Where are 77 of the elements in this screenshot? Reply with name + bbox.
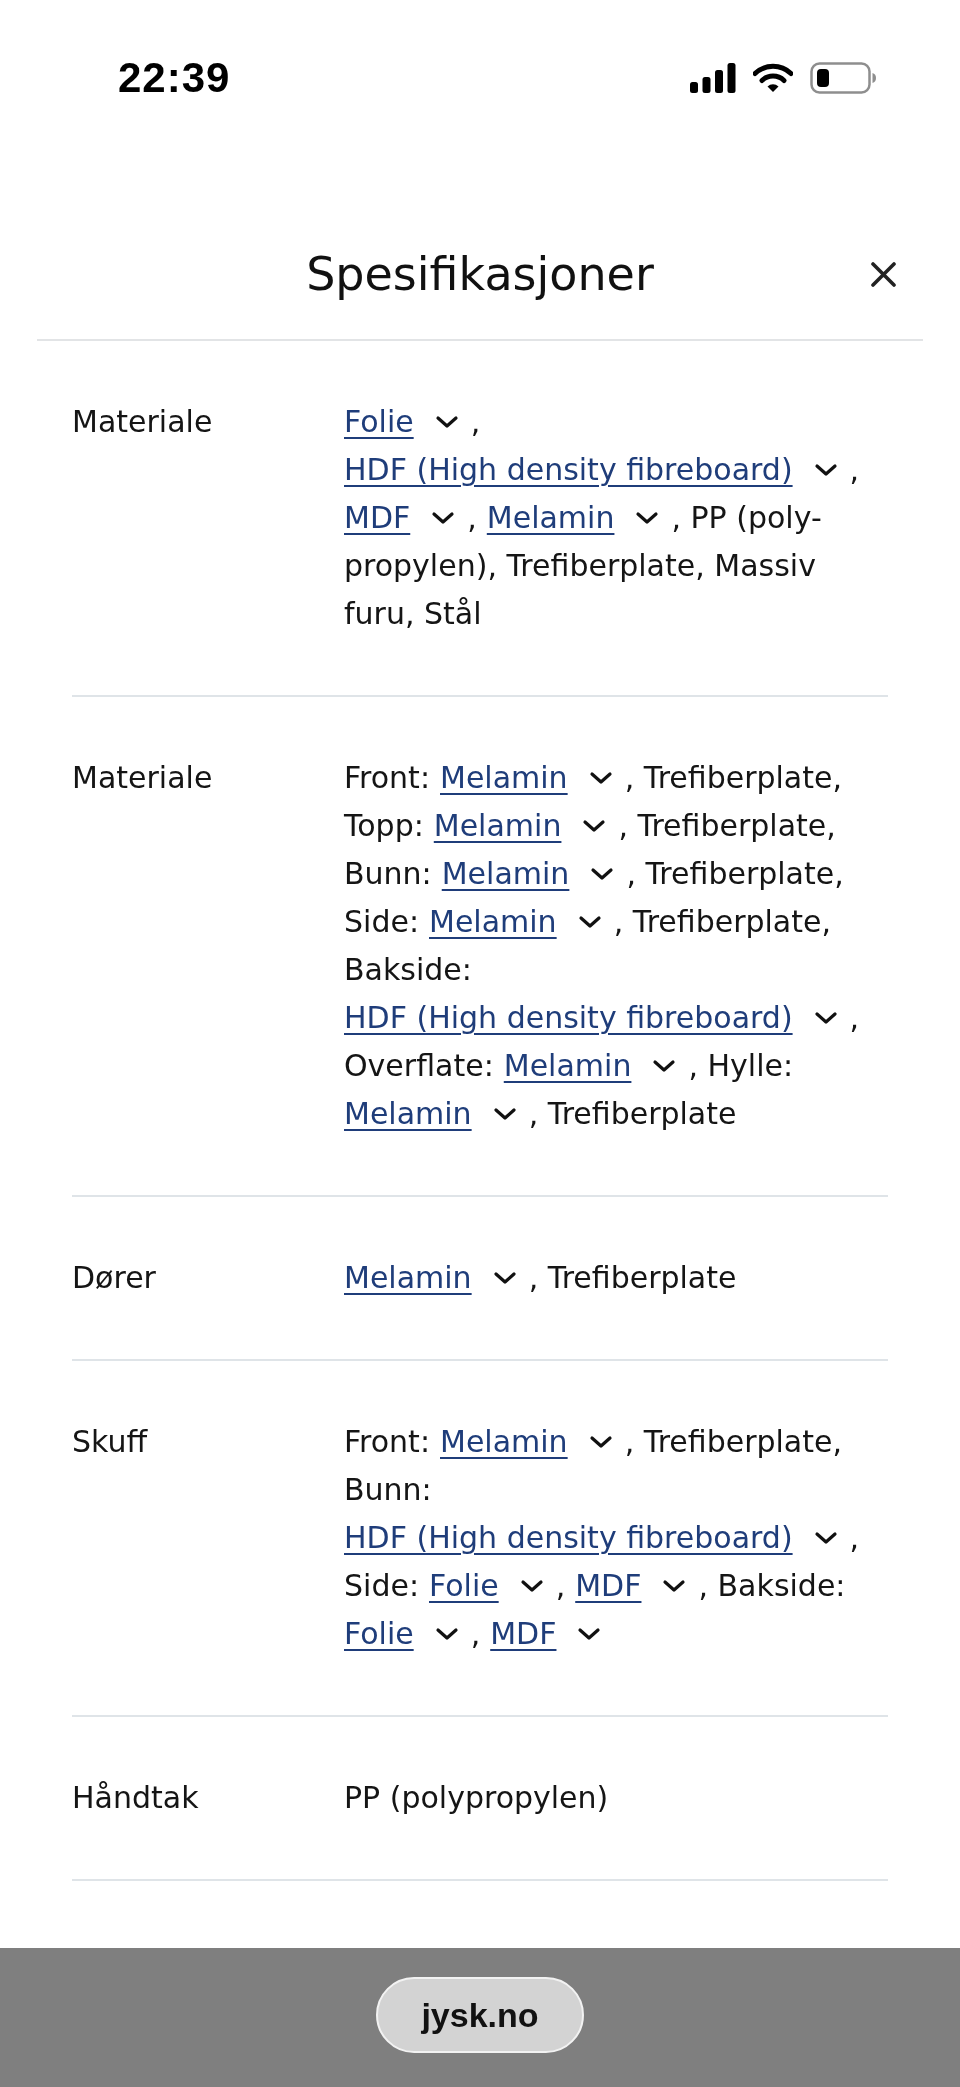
chevron-down-icon[interactable] <box>434 415 459 429</box>
material-link[interactable]: Melamin <box>441 854 570 894</box>
spec-label: Materiale <box>72 403 213 441</box>
material-link[interactable]: MDF <box>575 1566 642 1606</box>
material-link[interactable]: Melamin <box>433 806 562 846</box>
chevron-down-icon[interactable] <box>577 915 602 929</box>
spec-value-text: , <box>470 1615 481 1653</box>
chevron-down-icon[interactable] <box>577 1627 602 1641</box>
status-time: 22:39 <box>118 57 231 99</box>
material-link[interactable]: Melamin <box>440 1422 568 1462</box>
material-link[interactable]: Folie <box>344 1614 414 1654</box>
chevron-down-icon[interactable] <box>582 819 607 833</box>
spec-value-text: , Trefiberplate <box>528 1095 737 1133</box>
spec-value-text: Front: <box>344 1423 430 1461</box>
spec-value-text: Side: <box>344 903 419 941</box>
spec-value-text: Topp: <box>344 807 424 845</box>
spec-value-text: Overflate: <box>344 1047 494 1085</box>
spec-label: Håndtak <box>72 1779 199 1817</box>
spec-value-text: , Trefiberplate, <box>624 759 842 797</box>
spec-value-text: Side: <box>344 1567 419 1605</box>
spec-value-text: , <box>849 999 860 1037</box>
spec-value-text: , Trefiberplate <box>528 1259 737 1297</box>
chevron-down-icon[interactable] <box>813 1011 838 1025</box>
material-link[interactable]: Folie <box>429 1566 499 1606</box>
spec-value-text: , <box>470 403 481 441</box>
material-link[interactable]: MDF <box>490 1614 557 1654</box>
chevron-down-icon[interactable] <box>492 1271 517 1285</box>
material-link[interactable]: Melamin <box>486 498 615 538</box>
material-link[interactable]: Melamin <box>503 1046 632 1086</box>
material-link[interactable]: HDF (High density fibreboard) <box>344 1518 793 1558</box>
spec-value-text: Front: <box>344 759 430 797</box>
chevron-down-icon[interactable] <box>635 511 660 525</box>
material-link[interactable]: Folie <box>344 402 414 442</box>
material-link[interactable]: HDF (High density fibreboard) <box>344 450 793 490</box>
chevron-down-icon[interactable] <box>662 1579 687 1593</box>
spec-value-text: , Trefiberplate, <box>618 807 836 845</box>
spec-value-text: Bunn: <box>344 855 432 893</box>
spec-value-text: Bakside: <box>344 951 472 989</box>
spec-value-text: , <box>849 1519 860 1557</box>
spec-value-text: , Trefiberplate, <box>624 1423 842 1461</box>
close-icon[interactable] <box>871 261 896 287</box>
spec-value-text: furu, Stål <box>344 595 482 633</box>
spec-label: Skuff <box>72 1423 148 1461</box>
spec-value-text: propylen), Trefiberplate, Massiv <box>344 547 816 585</box>
wifi-icon <box>753 63 793 93</box>
spec-value-text: Bunn: <box>344 1471 432 1509</box>
address-button[interactable]: jysk.no <box>376 1977 584 2053</box>
chevron-down-icon[interactable] <box>588 771 613 785</box>
sheet-title: Spesifikasjoner <box>306 246 654 302</box>
spec-value-text: , Bakside: <box>698 1567 846 1605</box>
material-link[interactable]: Melamin <box>440 758 568 798</box>
chevron-down-icon[interactable] <box>590 867 615 881</box>
material-link[interactable]: Melamin <box>344 1094 472 1134</box>
chevron-down-icon[interactable] <box>492 1107 517 1121</box>
signal-icon <box>690 63 736 93</box>
spec-value-text: , <box>849 451 860 489</box>
chevron-down-icon[interactable] <box>519 1579 544 1593</box>
spec-value-text: , <box>555 1567 566 1605</box>
chevron-down-icon[interactable] <box>431 511 456 525</box>
spec-value-text: , Trefiberplate, <box>626 855 844 893</box>
material-link[interactable]: Melamin <box>429 902 557 942</box>
spec-value-text: , Hylle: <box>688 1047 794 1085</box>
chevron-down-icon[interactable] <box>813 463 838 477</box>
battery-icon <box>810 62 876 94</box>
chevron-down-icon[interactable] <box>434 1627 459 1641</box>
spec-value-text: , <box>467 499 477 537</box>
chevron-down-icon[interactable] <box>652 1059 677 1073</box>
spec-value-text: , PP (poly- <box>671 499 822 537</box>
spec-label: Dører <box>72 1259 156 1297</box>
chevron-down-icon[interactable] <box>588 1435 613 1449</box>
material-link[interactable]: HDF (High density fibreboard) <box>344 998 793 1038</box>
material-link[interactable]: MDF <box>344 498 411 538</box>
spec-label: Materiale <box>72 759 213 797</box>
spec-value-text: , Trefiberplate, <box>613 903 831 941</box>
spec-value-text: PP (polypropylen) <box>344 1779 609 1817</box>
material-link[interactable]: Melamin <box>344 1258 472 1298</box>
chevron-down-icon[interactable] <box>813 1531 838 1545</box>
